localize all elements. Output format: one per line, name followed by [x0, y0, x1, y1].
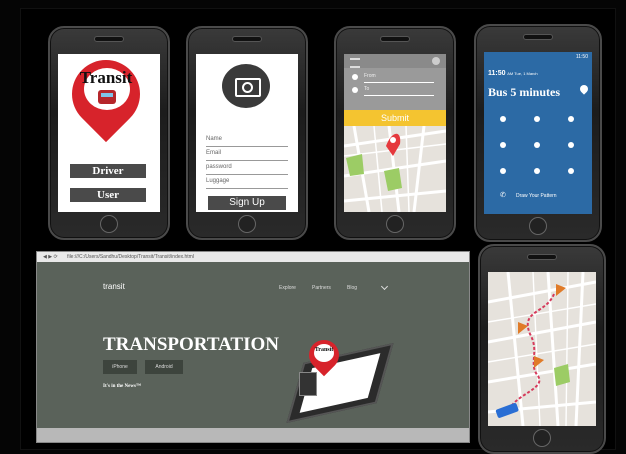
phone-signup: Name Email password Luggage Sign Up	[186, 26, 308, 240]
phone-icon[interactable]: ✆	[500, 191, 506, 199]
phone-route: From To Submit	[334, 26, 456, 240]
speaker	[527, 254, 557, 260]
website-screenshot: ◀ ▶ ⟳ file:///C:/Users/Sandhu/Desktop/Tr…	[36, 251, 470, 443]
phone-tracking	[478, 244, 606, 454]
tracking-screen	[488, 272, 596, 426]
tracking-map	[488, 272, 596, 426]
signup-screen: Name Email password Luggage Sign Up	[196, 54, 298, 212]
menu-toggle-icon[interactable]	[380, 282, 389, 291]
phone-lockscreen: 11:50 11:50 AM Tue, 1 March Bus 5 minute…	[474, 24, 602, 242]
profile-icon[interactable]	[432, 57, 440, 65]
date-time: 11:50	[488, 70, 506, 77]
from-input[interactable]: From	[364, 73, 434, 83]
from-pin-icon	[352, 74, 358, 80]
bus-icon	[98, 90, 116, 104]
pattern-dot[interactable]	[568, 116, 574, 122]
address-url[interactable]: file:///C:/Users/Sandhu/Desktop/Transit/…	[67, 254, 194, 260]
footer-strip	[37, 428, 469, 442]
pattern-dot[interactable]	[568, 142, 574, 148]
home-button	[238, 215, 256, 233]
menu-icon[interactable]	[350, 58, 360, 68]
tagline: It's in the News™	[103, 384, 141, 389]
pattern-dot[interactable]	[500, 142, 506, 148]
home-button	[100, 215, 118, 233]
pattern-dot[interactable]	[534, 116, 540, 122]
home-button	[529, 217, 547, 235]
android-button[interactable]: Android	[145, 360, 183, 374]
signup-button[interactable]: Sign Up	[208, 196, 286, 210]
browser-address-bar: ◀ ▶ ⟳ file:///C:/Users/Sandhu/Desktop/Tr…	[37, 252, 469, 262]
email-field[interactable]: Email	[206, 150, 288, 161]
pattern-dot[interactable]	[568, 168, 574, 174]
welcome-screen: Transit Driver User	[58, 54, 160, 212]
user-button[interactable]: User	[70, 188, 146, 202]
speaker	[232, 36, 262, 42]
to-pin-icon	[352, 87, 358, 93]
pattern-dot[interactable]	[500, 116, 506, 122]
tablet-logo-text: Transit	[314, 347, 334, 353]
iphone-button[interactable]: iPhone	[103, 360, 137, 374]
bus-eta-headline: Bus 5 minutes	[488, 85, 561, 99]
nav-arrows-icon[interactable]: ◀ ▶ ⟳	[43, 254, 58, 260]
pattern-dot[interactable]	[534, 142, 540, 148]
nav-explore[interactable]: Explore	[279, 285, 296, 291]
phone-in-hand	[299, 372, 317, 396]
speaker	[380, 36, 410, 42]
submit-button[interactable]: Submit	[344, 110, 446, 126]
collage-canvas: Transit Driver User Name Email password …	[0, 0, 626, 454]
transit-logo-text: Transit	[79, 68, 133, 87]
date-line: 11:50 AM Tue, 1 March	[488, 70, 538, 77]
to-input[interactable]: To	[364, 86, 434, 96]
speaker	[523, 34, 553, 40]
luggage-field[interactable]: Luggage	[206, 178, 288, 189]
name-field[interactable]: Name	[206, 136, 288, 147]
brand-logo[interactable]: transit	[103, 282, 125, 291]
route-screen: From To Submit	[344, 54, 446, 212]
location-pin-icon	[578, 83, 590, 95]
speaker	[94, 36, 124, 42]
home-button	[533, 429, 551, 447]
pattern-dot[interactable]	[500, 168, 506, 174]
password-field[interactable]: password	[206, 164, 288, 175]
home-button	[386, 215, 404, 233]
phone-welcome: Transit Driver User	[48, 26, 170, 240]
draw-pattern-label: Draw Your Pattern	[516, 193, 557, 199]
nav-blog[interactable]: Blog	[347, 285, 357, 291]
nav-partners[interactable]: Partners	[312, 285, 331, 291]
route-map	[344, 126, 446, 212]
camera-lens	[242, 82, 253, 93]
date-suffix: AM Tue, 1 March	[507, 71, 538, 76]
driver-button[interactable]: Driver	[70, 164, 146, 178]
pattern-dot[interactable]	[534, 168, 540, 174]
hero-title: TRANSPORTATION	[103, 334, 279, 355]
lock-screen: 11:50 11:50 AM Tue, 1 March Bus 5 minute…	[484, 52, 592, 214]
status-bar-time: 11:50	[575, 54, 588, 60]
